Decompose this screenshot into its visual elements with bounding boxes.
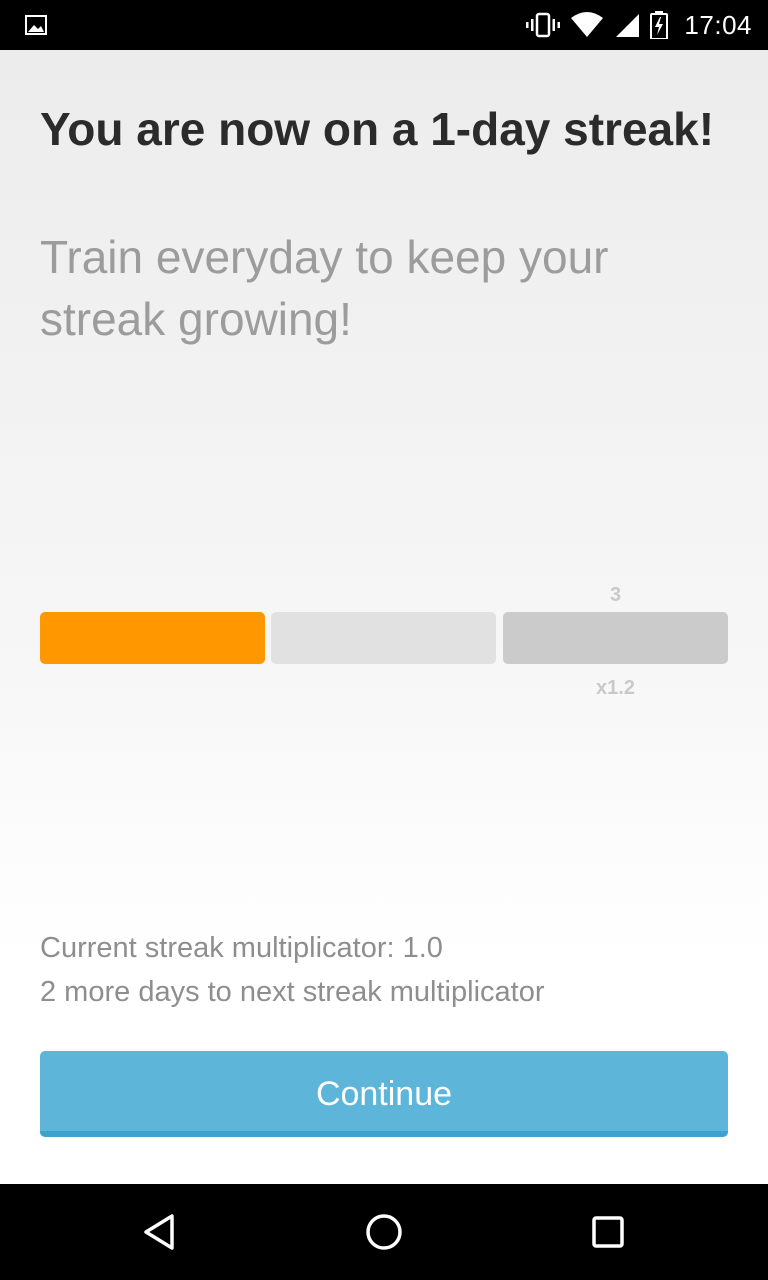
status-time: 17:04 bbox=[684, 9, 752, 40]
streak-screen: You are now on a 1-day streak! Train eve… bbox=[0, 50, 768, 1184]
continue-button[interactable]: Continue bbox=[40, 1051, 728, 1137]
streak-subtitle: Train everyday to keep your streak growi… bbox=[40, 231, 609, 345]
cellular-signal-icon bbox=[614, 12, 640, 38]
streak-info: Current streak multiplicator: 1.0 2 more… bbox=[40, 926, 730, 1014]
streak-segment-day-1 bbox=[40, 612, 265, 664]
wifi-icon bbox=[570, 12, 604, 38]
navigation-bar bbox=[0, 1184, 768, 1280]
days-to-next-multiplicator-text: 2 more days to next streak multiplicator bbox=[40, 976, 545, 1008]
back-icon[interactable] bbox=[136, 1208, 184, 1256]
vibrate-icon bbox=[526, 12, 561, 38]
milestone-day-label: 3 bbox=[609, 584, 622, 606]
streak-title: You are now on a 1-day streak! bbox=[40, 103, 715, 155]
recents-icon[interactable] bbox=[584, 1208, 632, 1256]
gallery-notification-icon bbox=[24, 13, 48, 37]
home-icon[interactable] bbox=[360, 1208, 408, 1256]
status-bar: 17:04 bbox=[0, 0, 768, 50]
streak-progress-bar bbox=[40, 612, 728, 664]
streak-segment-day-3 bbox=[503, 612, 728, 664]
battery-charging-icon bbox=[650, 11, 669, 39]
milestone-multiplier-label: x1.2 bbox=[596, 677, 635, 699]
status-icons: 17:04 bbox=[526, 0, 752, 50]
current-multiplicator-text: Current streak multiplicator: 1.0 bbox=[40, 932, 443, 964]
streak-segment-day-2 bbox=[271, 612, 496, 664]
